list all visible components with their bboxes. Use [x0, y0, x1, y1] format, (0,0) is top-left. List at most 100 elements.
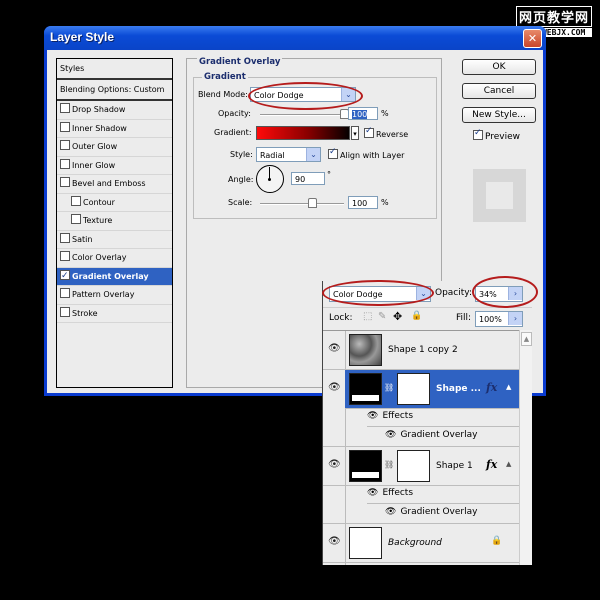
scale-slider[interactable]: [260, 198, 344, 208]
layer-blend-mode-select[interactable]: Color Dodge ⌄: [329, 286, 431, 302]
checkbox-icon[interactable]: [71, 214, 81, 224]
angle-input[interactable]: 90: [291, 172, 325, 185]
checkbox-icon[interactable]: [60, 103, 70, 113]
effects-row[interactable]: 👁 Effects: [367, 411, 413, 421]
new-style-button[interactable]: New Style...: [462, 107, 536, 123]
chevron-right-icon: ›: [508, 312, 522, 325]
layer-row[interactable]: 👁 ⛓ Shape 1 fx ▲: [323, 447, 520, 486]
style-item-gradient-overlay[interactable]: Gradient Overlay: [57, 267, 172, 286]
layers-panel: Color Dodge ⌄ Opacity: 34% › Lock: ⬚ ✎ ✥…: [322, 281, 532, 565]
link-icon[interactable]: ⛓: [384, 383, 394, 392]
style-item-drop-shadow[interactable]: Drop Shadow: [57, 101, 172, 120]
style-item-texture[interactable]: Texture: [57, 212, 172, 231]
scale-slider-thumb[interactable]: [308, 198, 317, 208]
checkbox-icon: [473, 128, 483, 140]
opacity-input[interactable]: 100: [348, 107, 378, 120]
eye-icon[interactable]: 👁: [367, 411, 378, 421]
style-item-pattern-overlay[interactable]: Pattern Overlay: [57, 286, 172, 305]
lock-row: Lock: ⬚ ✎ ✥ 🔒 Fill: 100% ›: [323, 307, 532, 330]
checkbox-icon[interactable]: [60, 177, 70, 187]
expand-arrow-icon[interactable]: ▲: [506, 383, 511, 391]
layer-row[interactable]: 👁 Shape 1 copy 2: [323, 331, 520, 370]
style-item-label: Stroke: [72, 308, 98, 318]
lock-icon: 🔒: [491, 536, 503, 546]
gradient-swatch[interactable]: [256, 126, 350, 140]
style-item-label: Inner Glow: [72, 160, 116, 170]
preview-checkbox[interactable]: Preview: [473, 128, 520, 142]
style-item-label: Outer Glow: [72, 142, 118, 151]
style-item-label: Color Overlay: [72, 253, 127, 262]
layer-name: Background: [388, 538, 442, 548]
layer-row[interactable]: 👁 Background 🔒: [323, 524, 520, 563]
style-item-stroke[interactable]: Stroke: [57, 305, 172, 323]
checkbox-icon[interactable]: [71, 195, 81, 206]
eye-icon[interactable]: 👁: [385, 430, 396, 440]
reverse-checkbox[interactable]: Reverse: [364, 126, 408, 139]
fx-icon[interactable]: fx: [486, 458, 497, 471]
style-item-inner-glow[interactable]: Inner Glow: [57, 157, 172, 175]
lock-all-icon[interactable]: 🔒: [411, 311, 422, 321]
fill-input[interactable]: 100% ›: [475, 311, 523, 327]
opacity-label: Opacity:: [218, 109, 251, 118]
effect-row[interactable]: 👁 Gradient Overlay: [385, 430, 477, 440]
scroll-up-icon[interactable]: ▲: [521, 332, 532, 346]
cancel-button[interactable]: Cancel: [462, 83, 536, 99]
style-select[interactable]: Radial ⌄: [256, 147, 321, 162]
style-value: Radial: [260, 151, 285, 160]
scale-input[interactable]: 100: [348, 196, 378, 209]
align-with-layer-checkbox[interactable]: Align with Layer: [328, 147, 404, 160]
style-item-label: Gradient Overlay: [72, 271, 149, 281]
style-preview: [473, 169, 526, 222]
blend-mode-label: Blend Mode:: [198, 90, 248, 99]
lock-brush-icon[interactable]: ✎: [378, 311, 386, 322]
title-bar[interactable]: Layer Style ✕: [44, 26, 546, 50]
blend-mode-select[interactable]: Color Dodge ⌄: [250, 87, 356, 102]
expand-arrow-icon[interactable]: ▲: [506, 460, 511, 468]
checkbox-icon[interactable]: [60, 232, 70, 243]
eye-icon[interactable]: 👁: [328, 459, 341, 470]
checkbox-icon[interactable]: [60, 121, 70, 132]
style-item-label: Drop Shadow: [72, 105, 126, 114]
style-item-outer-glow[interactable]: Outer Glow: [57, 138, 172, 157]
style-item-color-overlay[interactable]: Color Overlay: [57, 249, 172, 268]
checkbox-icon[interactable]: [60, 288, 70, 298]
lock-transparent-icon[interactable]: ⬚: [363, 311, 372, 322]
link-icon[interactable]: ⛓: [384, 460, 394, 469]
style-item-contour[interactable]: Contour: [57, 194, 172, 212]
layers-scrollbar[interactable]: ▲: [519, 330, 532, 565]
divider: [367, 426, 520, 427]
gradient-dropdown[interactable]: ▾: [351, 126, 359, 140]
style-item-satin[interactable]: Satin: [57, 231, 172, 249]
lock-label: Lock:: [329, 313, 353, 323]
angle-dial[interactable]: [256, 165, 284, 193]
styles-header[interactable]: Styles: [57, 59, 172, 80]
angle-unit: °: [327, 170, 331, 179]
checkbox-icon[interactable]: [60, 158, 70, 169]
checkbox-icon[interactable]: [60, 140, 70, 150]
style-item-bevel-and-emboss[interactable]: Bevel and Emboss: [57, 175, 172, 194]
eye-icon[interactable]: 👁: [328, 343, 341, 354]
eye-icon[interactable]: 👁: [328, 382, 341, 393]
close-button[interactable]: ✕: [523, 29, 542, 48]
style-item-inner-shadow[interactable]: Inner Shadow: [57, 120, 172, 138]
vector-mask-thumbnail: [397, 373, 430, 405]
eye-icon[interactable]: 👁: [367, 488, 378, 498]
layer-row-selected[interactable]: ⛓ Shape ... fx ▲: [345, 370, 520, 409]
opacity-slider[interactable]: [260, 109, 349, 119]
effect-row[interactable]: 👁 Gradient Overlay: [385, 507, 477, 517]
fx-icon[interactable]: fx: [486, 381, 497, 394]
scale-unit: %: [381, 198, 389, 207]
blending-options[interactable]: Blending Options: Custom: [57, 80, 172, 101]
ok-button[interactable]: OK: [462, 59, 536, 75]
checkbox-icon[interactable]: [60, 251, 70, 261]
eye-icon[interactable]: 👁: [328, 536, 341, 547]
watermark-title: 网页教学网: [515, 6, 592, 27]
scale-label: Scale:: [228, 198, 253, 207]
effects-row[interactable]: 👁 Effects: [367, 488, 413, 498]
eye-icon[interactable]: 👁: [385, 507, 396, 517]
checkbox-icon[interactable]: [60, 268, 70, 285]
preview-swatch: [486, 182, 513, 209]
checkbox-icon[interactable]: [60, 306, 70, 317]
layer-opacity-input[interactable]: 34% ›: [475, 286, 523, 302]
lock-move-icon[interactable]: ✥: [393, 310, 402, 323]
